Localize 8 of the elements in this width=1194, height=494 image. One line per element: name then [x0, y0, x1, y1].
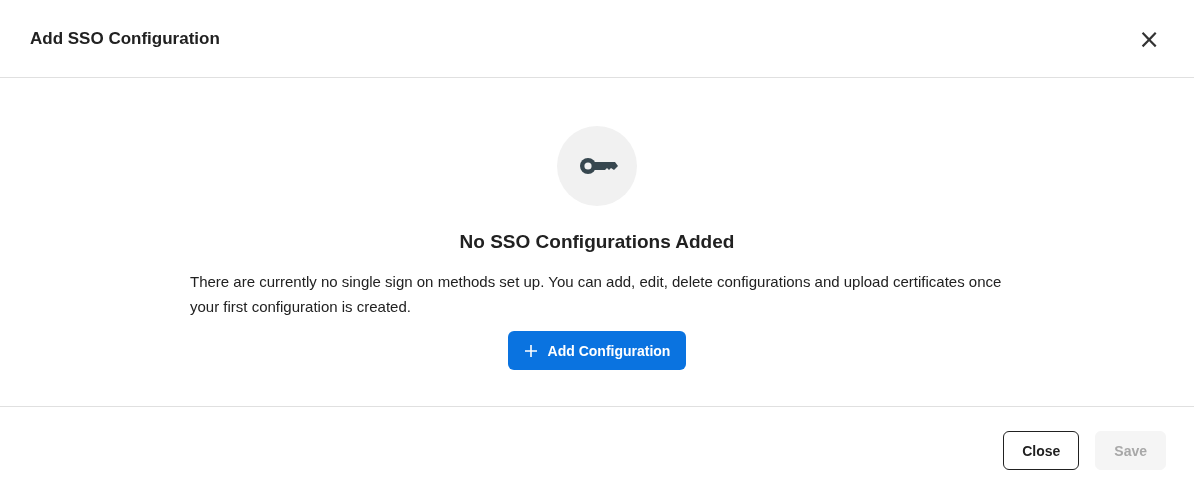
- add-configuration-button[interactable]: Add Configuration: [508, 331, 686, 370]
- dialog-title: Add SSO Configuration: [30, 28, 220, 49]
- empty-state-message: There are currently no single sign on methods set up. You can add, edit, delete configurations and upload certificates once your first configuration is created.: [190, 272, 1003, 317]
- plus-icon: [523, 343, 538, 358]
- close-dialog-button[interactable]: Close: [1003, 431, 1080, 470]
- empty-state-heading: No SSO Configurations Added: [459, 231, 735, 253]
- key-icon: [557, 126, 637, 206]
- close-button[interactable]: ×: [1134, 25, 1164, 52]
